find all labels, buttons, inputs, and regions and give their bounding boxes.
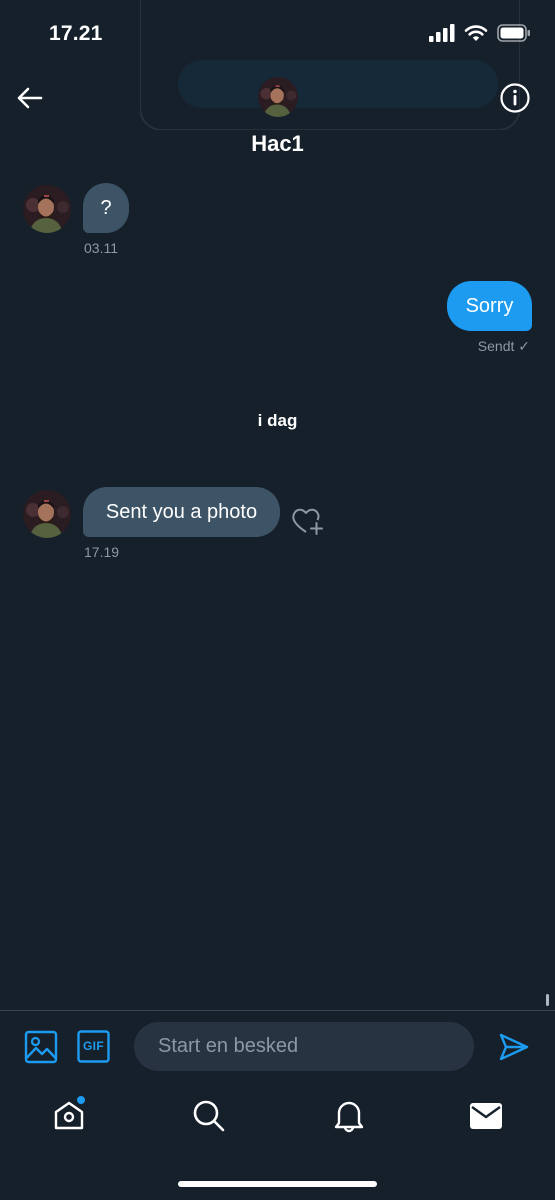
tab-notifications[interactable] [332,1098,366,1134]
background-ghost [139,0,521,131]
react-button[interactable] [290,505,326,537]
tab-messages[interactable] [470,1103,502,1129]
home-indicator [178,1181,377,1187]
image-button[interactable] [24,1030,58,1064]
bell-icon [334,1101,364,1133]
search-icon [193,1100,225,1132]
composer-divider [0,1010,555,1011]
message-timestamp: 17.19 [84,544,120,560]
back-button[interactable] [14,82,46,114]
back-arrow-icon [17,87,43,109]
home-icon [54,1096,85,1130]
info-button[interactable] [499,82,531,114]
send-button[interactable] [498,1032,530,1062]
message-input[interactable] [134,1022,474,1071]
gif-button[interactable]: GIF [77,1030,110,1063]
header-avatar[interactable] [258,77,298,117]
image-icon [24,1030,58,1064]
sender-avatar[interactable] [23,490,71,538]
message-bubble[interactable]: ? [83,183,129,233]
scrollbar[interactable] [546,994,549,1006]
tab-search[interactable] [192,1099,226,1133]
day-separator: i dag [257,411,298,430]
send-icon [499,1033,529,1061]
tab-home[interactable] [52,1096,88,1132]
message-bubble[interactable]: Sent you a photo [83,487,280,537]
sender-avatar[interactable] [23,185,71,233]
heart-plus-icon [292,508,323,535]
conversation-title: Hac1 [251,131,304,156]
status-time: 17.21 [49,22,103,45]
info-icon [500,83,530,113]
message-bubble-sent[interactable]: Sorry [447,281,532,331]
mail-icon [470,1103,502,1129]
gif-label: GIF [83,1039,104,1053]
message-status: Sendt ✓ [477,338,530,354]
message-timestamp: 03.11 [84,240,118,256]
